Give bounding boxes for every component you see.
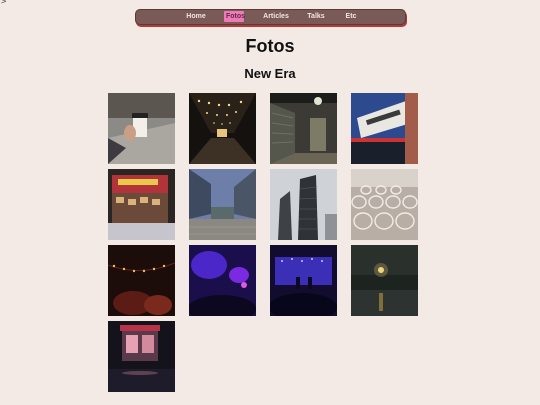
photo-thumbnail-kiosk-night[interactable] <box>108 321 175 392</box>
top-navigation: Home Fotos Articles Talks Etc <box>135 9 406 25</box>
photo-thumbnail-club[interactable] <box>189 245 256 316</box>
photo-thumbnail-string-lights[interactable] <box>108 245 175 316</box>
photo-thumbnail-tunnel-lights[interactable] <box>189 93 256 164</box>
corner-mark: > <box>1 0 7 7</box>
photo-thumbnail-plaza[interactable] <box>189 169 256 240</box>
nav-fotos[interactable]: Fotos <box>224 11 245 22</box>
photo-thumbnail-market-stall[interactable] <box>108 169 175 240</box>
photo-thumbnail-alley[interactable] <box>270 93 337 164</box>
photo-thumbnail-coffee-cup[interactable] <box>108 93 175 164</box>
page-title: Fotos <box>245 36 295 56</box>
photo-thumbnail-building-facade[interactable] <box>351 93 418 164</box>
nav-articles[interactable]: Articles <box>262 11 290 22</box>
page-subtitle: New Era <box>244 66 296 81</box>
photo-thumbnail-concert[interactable] <box>270 245 337 316</box>
photo-thumbnail-rainy-street[interactable] <box>351 245 418 316</box>
nav-home[interactable]: Home <box>184 11 208 22</box>
photo-thumbnail-glasses[interactable] <box>351 169 418 240</box>
nav-talks[interactable]: Talks <box>306 11 326 22</box>
page: > Home Fotos Articles Talks Etc Fotos Ne… <box>0 0 540 405</box>
photo-thumbnail-towers[interactable] <box>270 169 337 240</box>
nav-etc[interactable]: Etc <box>344 11 358 22</box>
